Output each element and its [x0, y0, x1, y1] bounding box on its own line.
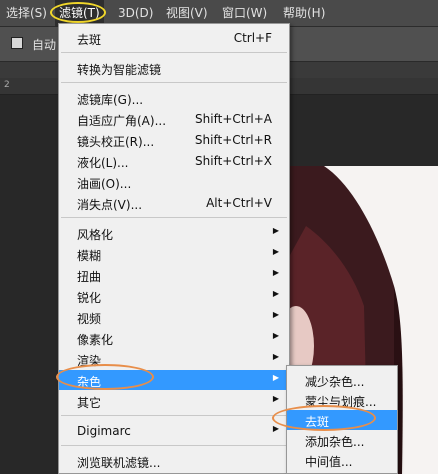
menu-item-pixelate[interactable]: 像素化 ▶: [59, 328, 289, 348]
menu-item-shortcut: Shift+Ctrl+X: [195, 154, 272, 168]
menu-item-label: 扭曲: [77, 270, 102, 284]
menu-item-shortcut: Shift+Ctrl+A: [195, 112, 272, 126]
menu-item-label: 镜头校正(R)...: [77, 135, 155, 149]
submenu-item-add-noise[interactable]: 添加杂色...: [287, 430, 397, 450]
menu-item-browse-online[interactable]: 浏览联机滤镜...: [59, 451, 289, 471]
menu-item-label: 渲染: [77, 354, 102, 368]
menu-item-noise[interactable]: 杂色 ▶: [59, 370, 289, 390]
menu-item-label: 其它: [77, 396, 102, 410]
menu-item-label: 自适应广角(A)...: [77, 114, 167, 128]
auto-select-label: 自动: [32, 38, 57, 52]
auto-select-checkbox[interactable]: [11, 37, 23, 49]
menu-divider: [61, 52, 287, 53]
menu-divider: [61, 445, 287, 446]
menu-item-label: 风格化: [77, 228, 114, 242]
submenu-arrow-icon: ▶: [272, 424, 279, 433]
menu-item-convert-smart-filter[interactable]: 转换为智能滤镜: [59, 58, 289, 78]
submenu-arrow-icon: ▶: [272, 289, 279, 298]
menu-item-filter-gallery[interactable]: 滤镜库(G)...: [59, 88, 289, 108]
menu-item-liquify[interactable]: 液化(L)... Shift+Ctrl+X: [59, 151, 289, 171]
menu-item-video[interactable]: 视频 ▶: [59, 307, 289, 327]
menu-item-label: 像素化: [77, 333, 114, 347]
menu-item-label: 转换为智能滤镜: [77, 63, 162, 77]
menu-divider: [61, 217, 287, 218]
menu-item-adaptive-wide-angle[interactable]: 自适应广角(A)... Shift+Ctrl+A: [59, 109, 289, 129]
noise-submenu: 减少杂色... 蒙尘与划痕... 去斑 添加杂色... 中间值...: [286, 365, 398, 474]
menu-item-shortcut: Shift+Ctrl+R: [194, 133, 272, 147]
menu-item-label: Digimarc: [77, 424, 131, 438]
menu-divider: [61, 82, 287, 83]
menu-item-distort[interactable]: 扭曲 ▶: [59, 265, 289, 285]
submenu-item-dust-scratches[interactable]: 蒙尘与划痕...: [287, 390, 397, 410]
menu-item-label: 滤镜库(G)...: [77, 93, 144, 107]
menu-item-digimarc[interactable]: Digimarc ▶: [59, 421, 289, 441]
menu-select[interactable]: 选择(S): [6, 0, 47, 26]
submenu-arrow-icon: ▶: [272, 247, 279, 256]
menu-item-lens-correction[interactable]: 镜头校正(R)... Shift+Ctrl+R: [59, 130, 289, 150]
submenu-item-reduce-noise[interactable]: 减少杂色...: [287, 370, 397, 390]
menu-item-label: 视频: [77, 312, 102, 326]
menu-item-label: 杂色: [77, 375, 102, 389]
menu-item-label: 添加杂色...: [305, 435, 365, 449]
submenu-arrow-icon: ▶: [272, 394, 279, 403]
menu-item-shortcut: Ctrl+F: [233, 31, 272, 45]
menu-item-label: 模糊: [77, 249, 102, 263]
menu-item-label: 油画(O)...: [77, 177, 132, 191]
menu-item-label: 锐化: [77, 291, 102, 305]
submenu-item-despeckle[interactable]: 去斑: [287, 410, 397, 430]
menu-item-blur[interactable]: 模糊 ▶: [59, 244, 289, 264]
menu-item-label: 消失点(V)...: [77, 198, 143, 212]
menu-item-sharpen[interactable]: 锐化 ▶: [59, 286, 289, 306]
submenu-arrow-icon: ▶: [272, 331, 279, 340]
menu-item-label: 去斑: [77, 33, 102, 47]
menu-item-stylize[interactable]: 风格化 ▶: [59, 223, 289, 243]
menu-item-label: 蒙尘与划痕...: [305, 395, 377, 409]
ruler-mark: 2: [4, 80, 10, 90]
submenu-arrow-icon: ▶: [272, 226, 279, 235]
menu-item-label: 减少杂色...: [305, 375, 365, 389]
submenu-item-median[interactable]: 中间值...: [287, 450, 397, 470]
menu-divider: [61, 415, 287, 416]
filter-dropdown-menu: 去斑 Ctrl+F 转换为智能滤镜 滤镜库(G)... 自适应广角(A)... …: [58, 23, 290, 474]
submenu-arrow-icon: ▶: [272, 352, 279, 361]
menu-item-label: 浏览联机滤镜...: [77, 456, 161, 470]
menu-item-label: 液化(L)...: [77, 156, 129, 170]
menu-item-shortcut: Alt+Ctrl+V: [206, 196, 272, 210]
menu-item-despeckle-last[interactable]: 去斑 Ctrl+F: [59, 28, 289, 48]
menu-item-other[interactable]: 其它 ▶: [59, 391, 289, 411]
submenu-arrow-icon: ▶: [272, 310, 279, 319]
submenu-arrow-icon: ▶: [272, 373, 279, 382]
menu-item-oil-paint[interactable]: 油画(O)...: [59, 172, 289, 192]
menu-item-vanishing-point[interactable]: 消失点(V)... Alt+Ctrl+V: [59, 193, 289, 213]
menu-item-label: 中间值...: [305, 455, 353, 469]
submenu-arrow-icon: ▶: [272, 268, 279, 277]
menu-item-render[interactable]: 渲染 ▶: [59, 349, 289, 369]
menu-item-label: 去斑: [305, 415, 330, 429]
